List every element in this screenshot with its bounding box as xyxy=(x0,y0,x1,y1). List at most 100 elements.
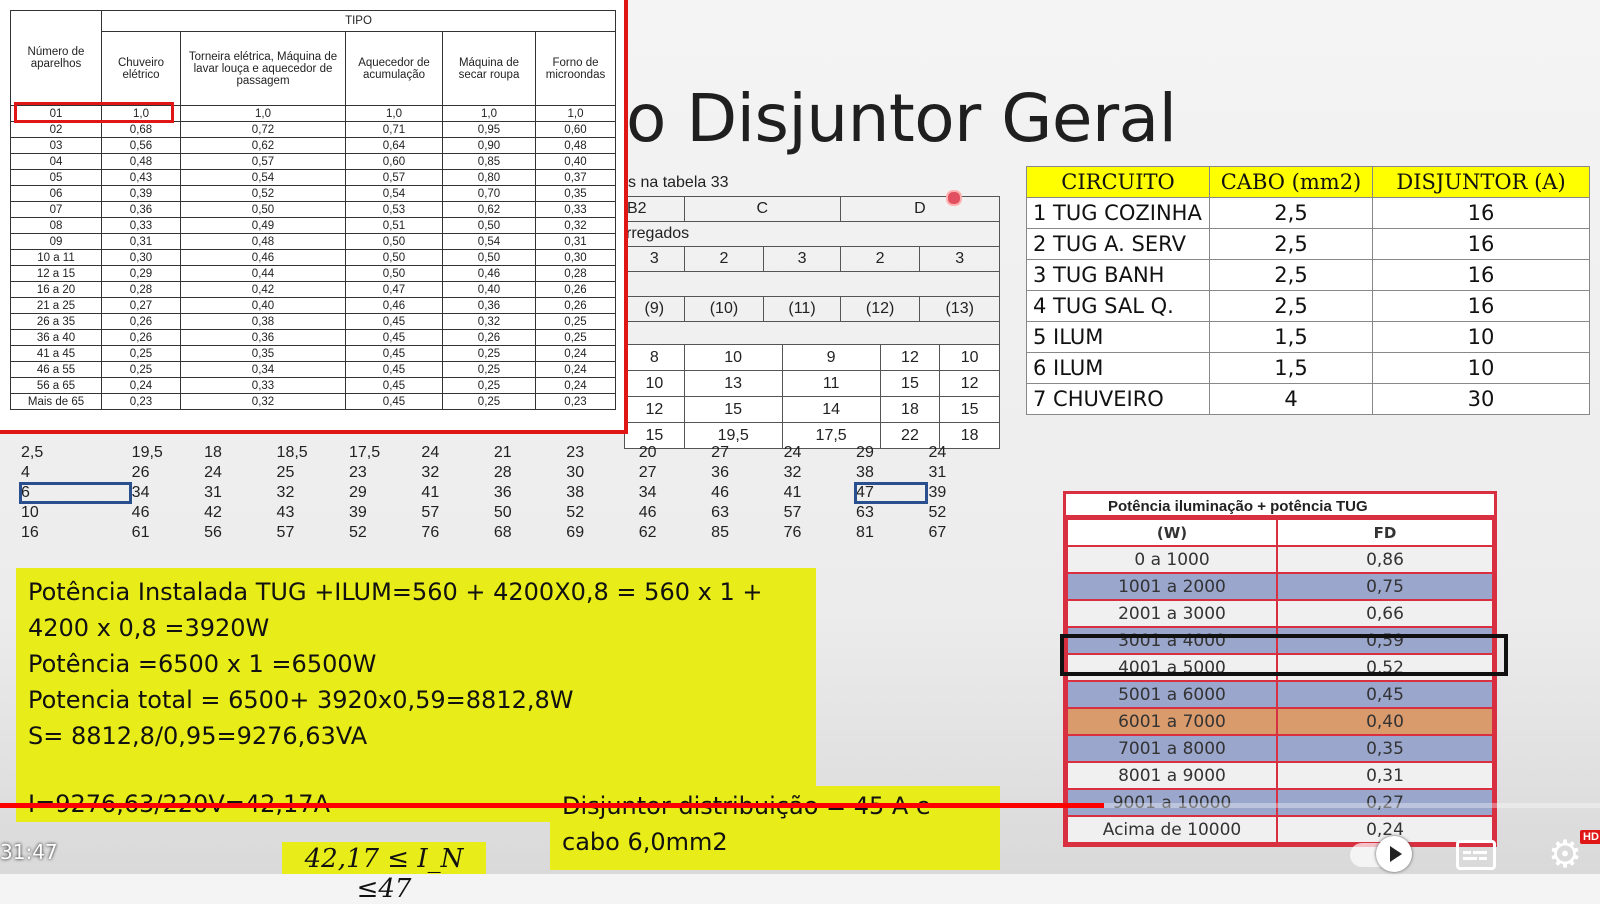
table-cell: 02 xyxy=(10,121,102,138)
conductor-count: 2 xyxy=(839,246,921,272)
table-cell: 0,57 xyxy=(345,169,443,186)
settings-gear-icon[interactable]: ⚙ xyxy=(1548,836,1582,874)
table-row: 7001 a 8000 0,35 xyxy=(1066,734,1494,763)
table-cell: 7001 a 8000 xyxy=(1066,734,1278,763)
table-cell: 0,36 xyxy=(180,329,346,346)
table-cell: 0,50 xyxy=(442,217,536,234)
table-row: 6001 a 7000 0,40 xyxy=(1066,707,1494,736)
table-cell: 0,90 xyxy=(442,137,536,154)
table-cell: 0,45 xyxy=(345,377,443,394)
table-cell: 0,75 xyxy=(1276,572,1494,601)
table-cell: 67 xyxy=(928,524,947,541)
table-cell: 12 xyxy=(624,396,685,423)
table-cell: 46 xyxy=(131,504,150,521)
table-cell: 0,23 xyxy=(535,393,616,410)
table-cell: 0,25 xyxy=(101,345,181,362)
fd-device-table-frame: Número de aparelhos TIPO Chuveiro elétri… xyxy=(0,0,628,434)
table-cell: 2,5 xyxy=(1209,259,1373,291)
table-cell: 0,50 xyxy=(442,249,536,266)
table-row: 2 TUG A. SERV 2,5 16 xyxy=(1026,228,1590,260)
power-row-highlight xyxy=(1060,634,1508,676)
subtitles-icon[interactable] xyxy=(1456,840,1496,870)
table-cell: 0,24 xyxy=(535,345,616,362)
table-cell: 41 xyxy=(783,484,802,501)
table-cell: 0,51 xyxy=(345,217,443,234)
table-cell: 08 xyxy=(10,217,102,234)
table-cell: 0,80 xyxy=(442,169,536,186)
table-cell: 21 xyxy=(493,444,512,461)
table-cell: 0,24 xyxy=(535,377,616,394)
table-cell: 18,5 xyxy=(276,444,308,461)
ampacity-partial-rows: 8 10 9 12 10 10 13 11 15 12 12 15 14 18 15 15 19,5 17,5 22… xyxy=(624,344,1000,449)
table-cell: 31 xyxy=(204,484,222,501)
table-cell: 61 xyxy=(131,524,150,541)
table-cell: 0,25 xyxy=(535,329,616,346)
column-number-row: (9) (10) (11) (12) (13) xyxy=(624,296,1000,322)
table-cell: 0,26 xyxy=(535,281,616,298)
calc-line: S= 8812,8/0,95=9276,63VA xyxy=(28,722,368,750)
table-cell: 32 xyxy=(783,464,802,481)
table-cell: 10 xyxy=(624,370,685,397)
col-header: Torneira elétrica, Máquina de lavar louç… xyxy=(180,31,346,106)
table-cell: 0,31 xyxy=(101,233,181,250)
table-cell: 0,29 xyxy=(101,265,181,282)
table-cell: 30 xyxy=(1372,383,1590,415)
conductor-count-row: 32323 xyxy=(624,246,1000,272)
table-cell: 0,46 xyxy=(180,249,346,266)
table-cell: 0,25 xyxy=(442,361,536,378)
table-row: 26 a 35 0,26 0,38 0,45 0,32 0,25 xyxy=(10,313,616,330)
table-cell: 0,71 xyxy=(345,121,443,138)
table-cell: 36 xyxy=(711,464,729,481)
table-cell: 57 xyxy=(421,504,440,521)
column-number: (13) xyxy=(919,296,1000,322)
table-cell: 0,35 xyxy=(535,185,616,202)
table-cell: 0,25 xyxy=(442,393,536,410)
table-row: 4 TUG SAL Q. 2,5 16 xyxy=(1026,290,1590,322)
table-row: 56 a 65 0,24 0,33 0,45 0,25 0,24 xyxy=(10,377,616,394)
table-cell: 0,48 xyxy=(101,153,181,170)
table-cell: 0,26 xyxy=(101,313,181,330)
breaker-inequality: 42,17 ≤ I_N ≤47 xyxy=(304,844,464,904)
table-cell: 0,33 xyxy=(180,377,346,394)
table-cell: Acima de 10000 xyxy=(1066,815,1278,844)
column-number: (11) xyxy=(763,296,841,322)
table-cell: 0,57 xyxy=(180,153,346,170)
table-cell: 03 xyxy=(10,137,102,154)
table-row: Acima de 10000 0,24 xyxy=(1066,815,1494,844)
table-cell: 0,42 xyxy=(180,281,346,298)
table-cell: 5001 a 6000 xyxy=(1066,680,1278,709)
table-cell: 56 xyxy=(204,524,222,541)
table-row: 41 a 45 0,25 0,35 0,45 0,25 0,24 xyxy=(10,345,616,362)
table-row: 5001 a 6000 0,45 xyxy=(1066,680,1494,709)
table-row: 1001 a 2000 0,75 xyxy=(1066,572,1494,601)
table-cell: 0,36 xyxy=(442,297,536,314)
table-cell: 16 xyxy=(1372,197,1590,229)
table-cell: 0,50 xyxy=(345,265,443,282)
table-row: 16 61 56 57 52 76 68 69 62 85 76 81 67 xyxy=(20,523,1000,543)
autoplay-play-icon[interactable] xyxy=(1376,836,1412,872)
conductor-count: 2 xyxy=(683,246,765,272)
table-cell: 0,28 xyxy=(101,281,181,298)
table-cell: 0,35 xyxy=(180,345,346,362)
ampacity-table: 2,5 19,5 18 18,5 17,5 24 21 23 20 27 24 29 24 4 26 24 25… xyxy=(19,443,1000,543)
table-cell: 27 xyxy=(711,444,729,461)
table-cell: 76 xyxy=(783,524,802,541)
table-cell: 10 xyxy=(683,344,783,371)
table-cell: 6 xyxy=(19,482,132,504)
table-cell: 81 xyxy=(856,524,874,541)
table-cell: 0,46 xyxy=(345,297,443,314)
table-cell: 0,23 xyxy=(101,393,181,410)
table-cell: 29 xyxy=(348,484,367,501)
table-cell: 0,56 xyxy=(101,137,181,154)
table-cell: 0,40 xyxy=(535,153,616,170)
table-cell: 0,72 xyxy=(180,121,346,138)
table-cell: 0,24 xyxy=(535,361,616,378)
fd-device-table: Número de aparelhos TIPO Chuveiro elétri… xyxy=(10,10,616,410)
table-cell: 36 xyxy=(493,484,512,501)
power-header: (W) xyxy=(1066,518,1278,547)
table-cell: 2 TUG A. SERV xyxy=(1026,228,1210,260)
table-cell: 0,48 xyxy=(180,233,346,250)
table-cell: 16 xyxy=(1372,259,1590,291)
time-display: 31:47 xyxy=(0,840,58,864)
table-cell: 30 xyxy=(566,464,585,481)
